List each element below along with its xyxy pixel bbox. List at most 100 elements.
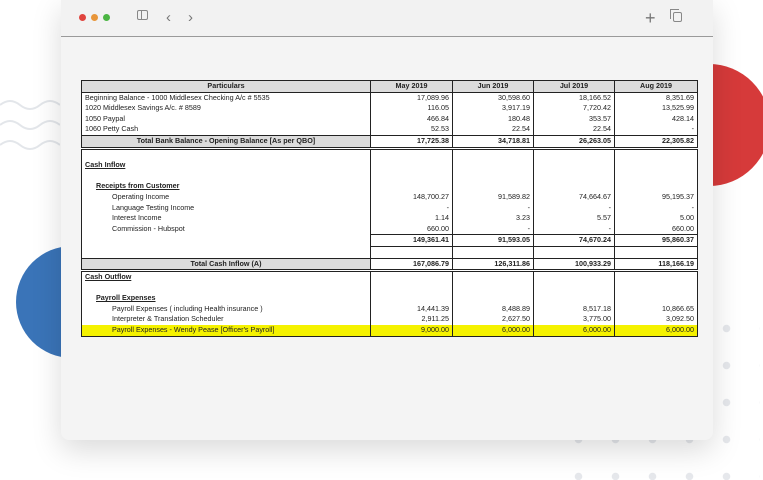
value-cell[interactable]: 6,000.00 [614,325,698,337]
value-cell[interactable] [370,170,453,182]
value-cell[interactable]: 5.00 [614,213,698,224]
value-cell[interactable] [452,170,534,182]
value-cell[interactable] [452,160,534,171]
row-label[interactable] [81,170,371,182]
row-label[interactable]: Total Bank Balance - Opening Balance [As… [81,134,371,150]
row-label[interactable]: Payroll Expenses - Wendy Pease [Officer'… [81,325,371,337]
value-cell[interactable]: 660.00 [370,223,453,235]
value-cell[interactable]: 9,000.00 [370,325,453,337]
value-cell[interactable]: 126,311.86 [452,257,534,273]
value-cell[interactable] [452,270,534,283]
value-cell[interactable]: 660.00 [614,223,698,235]
value-cell[interactable]: 26,263.05 [533,134,615,150]
value-cell[interactable]: 10,866.65 [614,303,698,315]
row-label[interactable] [81,282,371,294]
value-cell[interactable] [614,181,698,192]
value-cell[interactable]: 52.53 [370,124,453,136]
row-label[interactable]: Total Cash Inflow (A) [81,257,371,273]
row-label[interactable] [81,246,371,258]
value-cell[interactable]: 148,700.27 [370,191,453,203]
column-header[interactable]: May 2019 [370,80,453,93]
row-label[interactable]: Language Testing Income [81,202,371,214]
value-cell[interactable] [533,270,615,283]
value-cell[interactable]: 95,860.37 [614,234,698,247]
value-cell[interactable]: 118,166.19 [614,257,698,273]
value-cell[interactable]: 30,598.60 [452,92,534,104]
value-cell[interactable] [614,282,698,294]
value-cell[interactable] [452,181,534,192]
value-cell[interactable]: 8,351.69 [614,92,698,104]
value-cell[interactable] [370,282,453,294]
value-cell[interactable]: 91,593.05 [452,234,534,247]
forward-icon[interactable]: › [188,9,193,27]
value-cell[interactable]: 91,589.82 [452,191,534,203]
zoom-button[interactable] [103,14,110,21]
row-label[interactable]: 1050 Paypal [81,113,371,125]
value-cell[interactable] [533,293,615,304]
value-cell[interactable]: 6,000.00 [452,325,534,337]
value-cell[interactable]: - [452,202,534,214]
column-header[interactable]: Jun 2019 [452,80,534,93]
value-cell[interactable]: 17,725.38 [370,134,453,150]
value-cell[interactable] [614,246,698,258]
value-cell[interactable]: 6,000.00 [533,325,615,337]
value-cell[interactable]: 167,086.79 [370,257,453,273]
value-cell[interactable]: - [614,124,698,136]
row-label[interactable]: Interpreter & Translation Scheduler [81,314,371,326]
value-cell[interactable]: 22.54 [452,124,534,136]
value-cell[interactable]: 7,720.42 [533,103,615,114]
value-cell[interactable] [370,160,453,171]
value-cell[interactable] [452,148,534,161]
value-cell[interactable] [370,270,453,283]
row-label[interactable]: Interest Income [81,213,371,224]
value-cell[interactable]: - [533,223,615,235]
value-cell[interactable] [370,246,453,258]
value-cell[interactable]: 34,718.81 [452,134,534,150]
value-cell[interactable]: 3,092.50 [614,314,698,326]
row-label[interactable] [81,234,371,247]
column-header[interactable]: Particulars [81,80,371,93]
value-cell[interactable] [533,148,615,161]
minimize-button[interactable] [91,14,98,21]
value-cell[interactable] [614,148,698,161]
value-cell[interactable]: 13,525.99 [614,103,698,114]
value-cell[interactable] [614,160,698,171]
column-header[interactable]: Aug 2019 [614,80,698,93]
value-cell[interactable]: 3,917.19 [452,103,534,114]
value-cell[interactable]: 22.54 [533,124,615,136]
value-cell[interactable]: 149,361.41 [370,234,453,247]
value-cell[interactable]: 74,670.24 [533,234,615,247]
new-tab-icon[interactable]: + [645,9,656,27]
value-cell[interactable] [533,246,615,258]
value-cell[interactable] [370,181,453,192]
sidebar-icon[interactable] [137,10,148,20]
value-cell[interactable]: 95,195.37 [614,191,698,203]
value-cell[interactable]: 18,166.52 [533,92,615,104]
value-cell[interactable]: 8,517.18 [533,303,615,315]
value-cell[interactable] [533,181,615,192]
value-cell[interactable] [533,160,615,171]
value-cell[interactable]: 22,305.82 [614,134,698,150]
value-cell[interactable]: 74,664.67 [533,191,615,203]
value-cell[interactable]: 116.05 [370,103,453,114]
value-cell[interactable]: 1.14 [370,213,453,224]
back-icon[interactable]: ‹ [166,9,171,27]
row-label[interactable]: Payroll Expenses ( including Health insu… [81,303,371,315]
value-cell[interactable] [370,293,453,304]
column-header[interactable]: Jul 2019 [533,80,615,93]
value-cell[interactable]: 353.57 [533,113,615,125]
value-cell[interactable]: 5.57 [533,213,615,224]
value-cell[interactable]: 180.48 [452,113,534,125]
value-cell[interactable] [452,293,534,304]
value-cell[interactable]: 466.84 [370,113,453,125]
row-label[interactable]: 1020 Middlesex Savings A/c. # 8589 [81,103,371,114]
value-cell[interactable]: 17,089.96 [370,92,453,104]
value-cell[interactable]: 8,488.89 [452,303,534,315]
row-label[interactable]: Operating Income [81,191,371,203]
value-cell[interactable] [614,170,698,182]
row-label[interactable]: Cash Outflow [81,270,371,283]
value-cell[interactable]: 2,627.50 [452,314,534,326]
value-cell[interactable]: - [533,202,615,214]
row-label[interactable]: 1060 Petty Cash [81,124,371,136]
value-cell[interactable]: - [370,202,453,214]
